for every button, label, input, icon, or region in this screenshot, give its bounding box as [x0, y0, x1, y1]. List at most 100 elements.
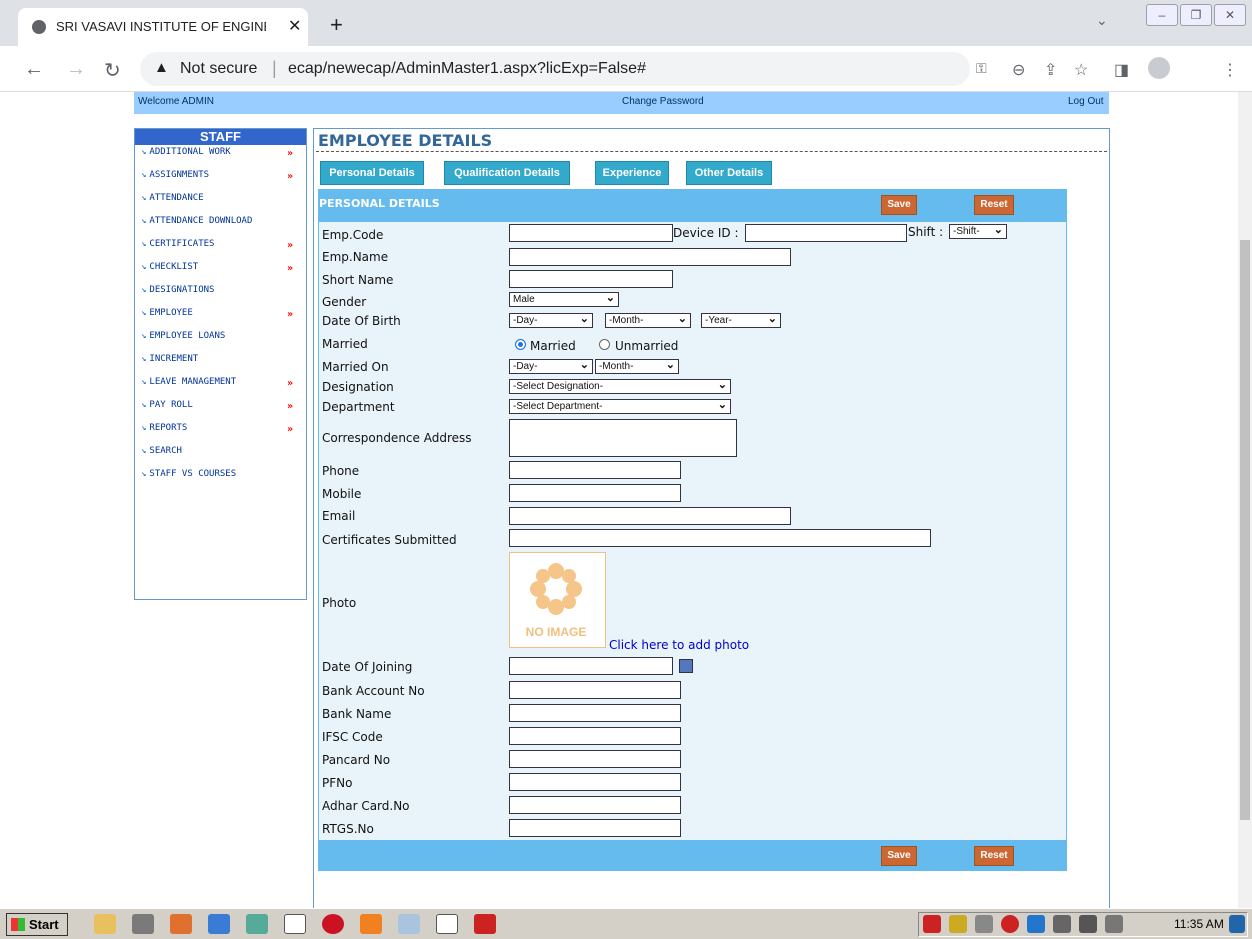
calendar-icon[interactable]	[679, 659, 693, 673]
new-tab-button[interactable]: +	[330, 12, 343, 38]
emp-code-input[interactable]	[509, 224, 673, 242]
married-on-month-select[interactable]: -Month- ⌄	[595, 359, 679, 374]
unmarried-radio[interactable]	[599, 339, 610, 350]
married-on-day-select[interactable]: -Day- ⌄	[509, 359, 593, 374]
search-app-icon[interactable]	[132, 914, 154, 934]
acrobat-tray-icon[interactable]	[923, 915, 941, 933]
short-name-input[interactable]	[509, 270, 673, 288]
maximize-button[interactable]: ❐	[1180, 4, 1212, 26]
browser-tab[interactable]: SRI VASAVI INSTITUTE OF ENGINE ✕	[18, 8, 308, 46]
reset-button-bottom[interactable]: Reset	[974, 846, 1014, 866]
logout-link[interactable]: Log Out	[1068, 96, 1104, 107]
tab-qualification-details[interactable]: Qualification Details	[444, 161, 570, 185]
zoom-icon[interactable]: ⊖	[1012, 60, 1025, 80]
explorer-icon[interactable]	[94, 914, 116, 934]
chrome-icon[interactable]	[284, 914, 306, 934]
sidebar-item-staff-vs-courses[interactable]: ↘ STAFF VS COURSES	[135, 467, 306, 490]
adhar-input[interactable]	[509, 796, 681, 814]
bookmark-star-icon[interactable]: ☆	[1074, 60, 1088, 80]
dob-year-select[interactable]: -Year- ⌄	[701, 313, 781, 328]
opera-icon[interactable]	[322, 914, 344, 934]
vlc-icon[interactable]	[360, 914, 382, 934]
tab-experience[interactable]: Experience	[595, 161, 669, 185]
page-scrollbar[interactable]	[1238, 92, 1252, 908]
omnibox[interactable]: ▲ Not secure | ecap/newecap/AdminMaster1…	[140, 52, 987, 86]
emp-name-input[interactable]	[509, 248, 791, 266]
key-icon[interactable]: ⚿	[976, 60, 987, 77]
sidebar-item-additional-work[interactable]: ↘ ADDITIONAL WORK »	[135, 145, 306, 168]
sidebar-item-search[interactable]: ↘ SEARCH	[135, 444, 306, 467]
change-password-link[interactable]: Change Password	[622, 96, 704, 107]
married-radio[interactable]	[515, 339, 526, 350]
submenu-arrow-icon[interactable]: »	[287, 239, 293, 253]
start-button[interactable]: Start	[6, 913, 68, 936]
gender-select[interactable]: Male ⌄	[509, 292, 619, 307]
save-button-bottom[interactable]: Save	[881, 846, 917, 866]
show-desktop-icon[interactable]	[1229, 915, 1245, 933]
app-icon[interactable]	[436, 914, 458, 934]
display-tray-icon[interactable]	[1079, 915, 1097, 933]
designation-select[interactable]: -Select Designation- ⌄	[509, 379, 731, 394]
submenu-arrow-icon[interactable]: »	[287, 400, 293, 414]
address-textarea[interactable]	[509, 419, 737, 457]
tab-personal-details[interactable]: Personal Details	[320, 161, 424, 185]
volume-icon[interactable]	[1053, 915, 1071, 933]
dob-day-select[interactable]: -Day- ⌄	[509, 313, 593, 328]
tab-close-button[interactable]: ✕	[288, 16, 301, 36]
submenu-arrow-icon[interactable]: »	[287, 377, 293, 391]
save-button[interactable]: Save	[881, 195, 917, 215]
tab-other-details[interactable]: Other Details	[686, 161, 772, 185]
app-icon[interactable]	[170, 914, 192, 934]
sidebar-item-assignments[interactable]: ↘ ASSIGNMENTS »	[135, 168, 306, 191]
sidebar-item-pay-roll[interactable]: ↘ PAY ROLL »	[135, 398, 306, 421]
app-tray-icon[interactable]	[1105, 915, 1123, 933]
chevron-down-icon[interactable]: ⌄	[1096, 12, 1108, 29]
network-tray-icon[interactable]	[1027, 915, 1045, 933]
acrobat-icon[interactable]	[474, 914, 496, 934]
mobile-input[interactable]	[509, 484, 681, 502]
notepad-icon[interactable]	[398, 914, 420, 934]
sidebar-item-reports[interactable]: ↘ REPORTS »	[135, 421, 306, 444]
sidebar-item-employee[interactable]: ↘ EMPLOYEE »	[135, 306, 306, 329]
submenu-arrow-icon[interactable]: »	[287, 147, 293, 161]
sidebar-item-attendance[interactable]: ↘ ATTENDANCE	[135, 191, 306, 214]
department-select[interactable]: -Select Department- ⌄	[509, 399, 731, 414]
close-window-button[interactable]: ✕	[1214, 4, 1246, 26]
sidebar-item-certificates[interactable]: ↘ CERTIFICATES »	[135, 237, 306, 260]
opera-tray-icon[interactable]	[1001, 915, 1019, 933]
sidebar-item-increment[interactable]: ↘ INCREMENT	[135, 352, 306, 375]
certificates-input[interactable]	[509, 529, 931, 547]
url-text[interactable]: ecap/newecap/AdminMaster1.aspx?licExp=Fa…	[288, 60, 646, 78]
sidebar-item-leave-management[interactable]: ↘ LEAVE MANAGEMENT »	[135, 375, 306, 398]
doj-input[interactable]	[509, 657, 673, 675]
bank-account-input[interactable]	[509, 681, 681, 699]
back-icon[interactable]: ←	[24, 58, 44, 81]
sidebar-item-designations[interactable]: ↘ DESIGNATIONS	[135, 283, 306, 306]
submenu-arrow-icon[interactable]: »	[287, 170, 293, 184]
sidebar-item-employee-loans[interactable]: ↘ EMPLOYEE LOANS	[135, 329, 306, 352]
ie-icon[interactable]	[208, 914, 230, 934]
sidebar-item-checklist[interactable]: ↘ CHECKLIST »	[135, 260, 306, 283]
profile-avatar[interactable]	[1148, 57, 1170, 79]
dob-month-select[interactable]: -Month- ⌄	[605, 313, 691, 328]
reload-icon[interactable]: ↻	[104, 58, 121, 83]
scrollbar-thumb[interactable]	[1240, 240, 1250, 820]
device-id-input[interactable]	[745, 224, 907, 242]
audio-tray-icon[interactable]	[975, 915, 993, 933]
submenu-arrow-icon[interactable]: »	[287, 423, 293, 437]
phone-input[interactable]	[509, 461, 681, 479]
add-photo-link[interactable]: Click here to add photo	[609, 638, 749, 652]
sidebar-item-attendance-download[interactable]: ↘ ATTENDANCE DOWNLOAD	[135, 214, 306, 237]
bank-name-input[interactable]	[509, 704, 681, 722]
app-icon[interactable]	[246, 914, 268, 934]
rtgs-input[interactable]	[509, 819, 681, 837]
submenu-arrow-icon[interactable]: »	[287, 262, 293, 276]
pfno-input[interactable]	[509, 773, 681, 791]
reset-button[interactable]: Reset	[974, 195, 1014, 215]
email-input[interactable]	[509, 507, 791, 525]
pancard-input[interactable]	[509, 750, 681, 768]
ifsc-input[interactable]	[509, 727, 681, 745]
security-label[interactable]: Not secure	[180, 60, 257, 78]
shift-select[interactable]: -Shift- ⌄	[949, 224, 1007, 239]
forward-icon[interactable]: →	[66, 58, 86, 81]
